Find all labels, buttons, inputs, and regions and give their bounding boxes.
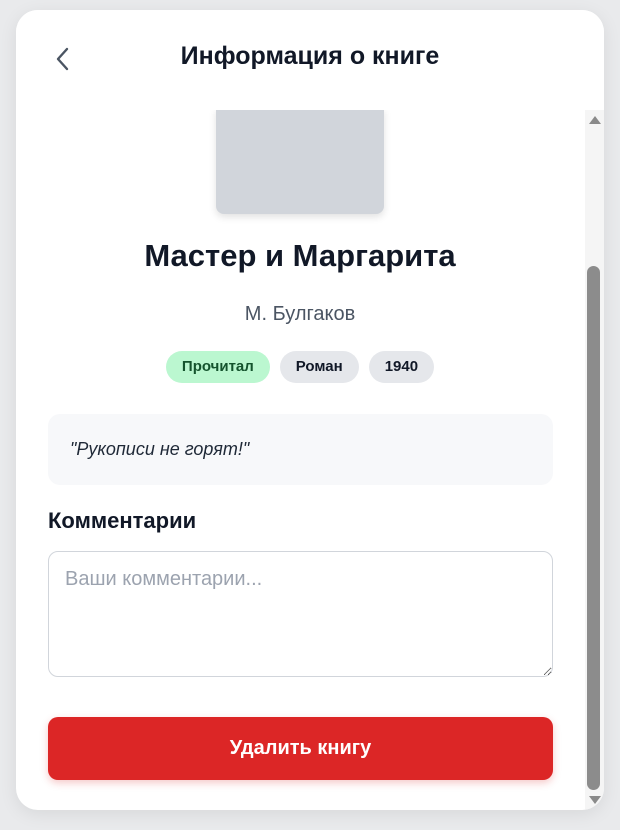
- book-title: Мастер и Маргарита: [144, 238, 456, 273]
- book-tags: Прочитал Роман 1940: [16, 351, 584, 383]
- status-badge: Прочитал: [165, 351, 270, 383]
- scroll-thumb[interactable]: [587, 266, 600, 790]
- delete-book-button[interactable]: Удалить книгу: [48, 717, 553, 780]
- comments-input[interactable]: [48, 551, 553, 677]
- book-quote: "Рукописи не горят!": [48, 414, 553, 485]
- scroll-down-arrow-icon[interactable]: [589, 796, 601, 804]
- book-cover-image: [216, 110, 384, 214]
- vertical-scrollbar[interactable]: [585, 110, 604, 810]
- comments-heading: Комментарии: [48, 508, 197, 533]
- header: Информация о книге: [16, 10, 604, 110]
- scroll-up-arrow-icon[interactable]: [589, 116, 601, 124]
- page-title: Информация о книге: [180, 42, 440, 70]
- book-info-card: Мастер и Маргарита М. Булгаков Прочитал …: [16, 10, 604, 810]
- book-details-content[interactable]: Мастер и Маргарита М. Булгаков Прочитал …: [16, 110, 604, 810]
- year-badge: 1940: [368, 351, 435, 383]
- book-author: М. Булгаков: [244, 303, 356, 325]
- genre-badge: Роман: [279, 351, 359, 383]
- quote-text: "Рукописи не горят!": [70, 439, 250, 459]
